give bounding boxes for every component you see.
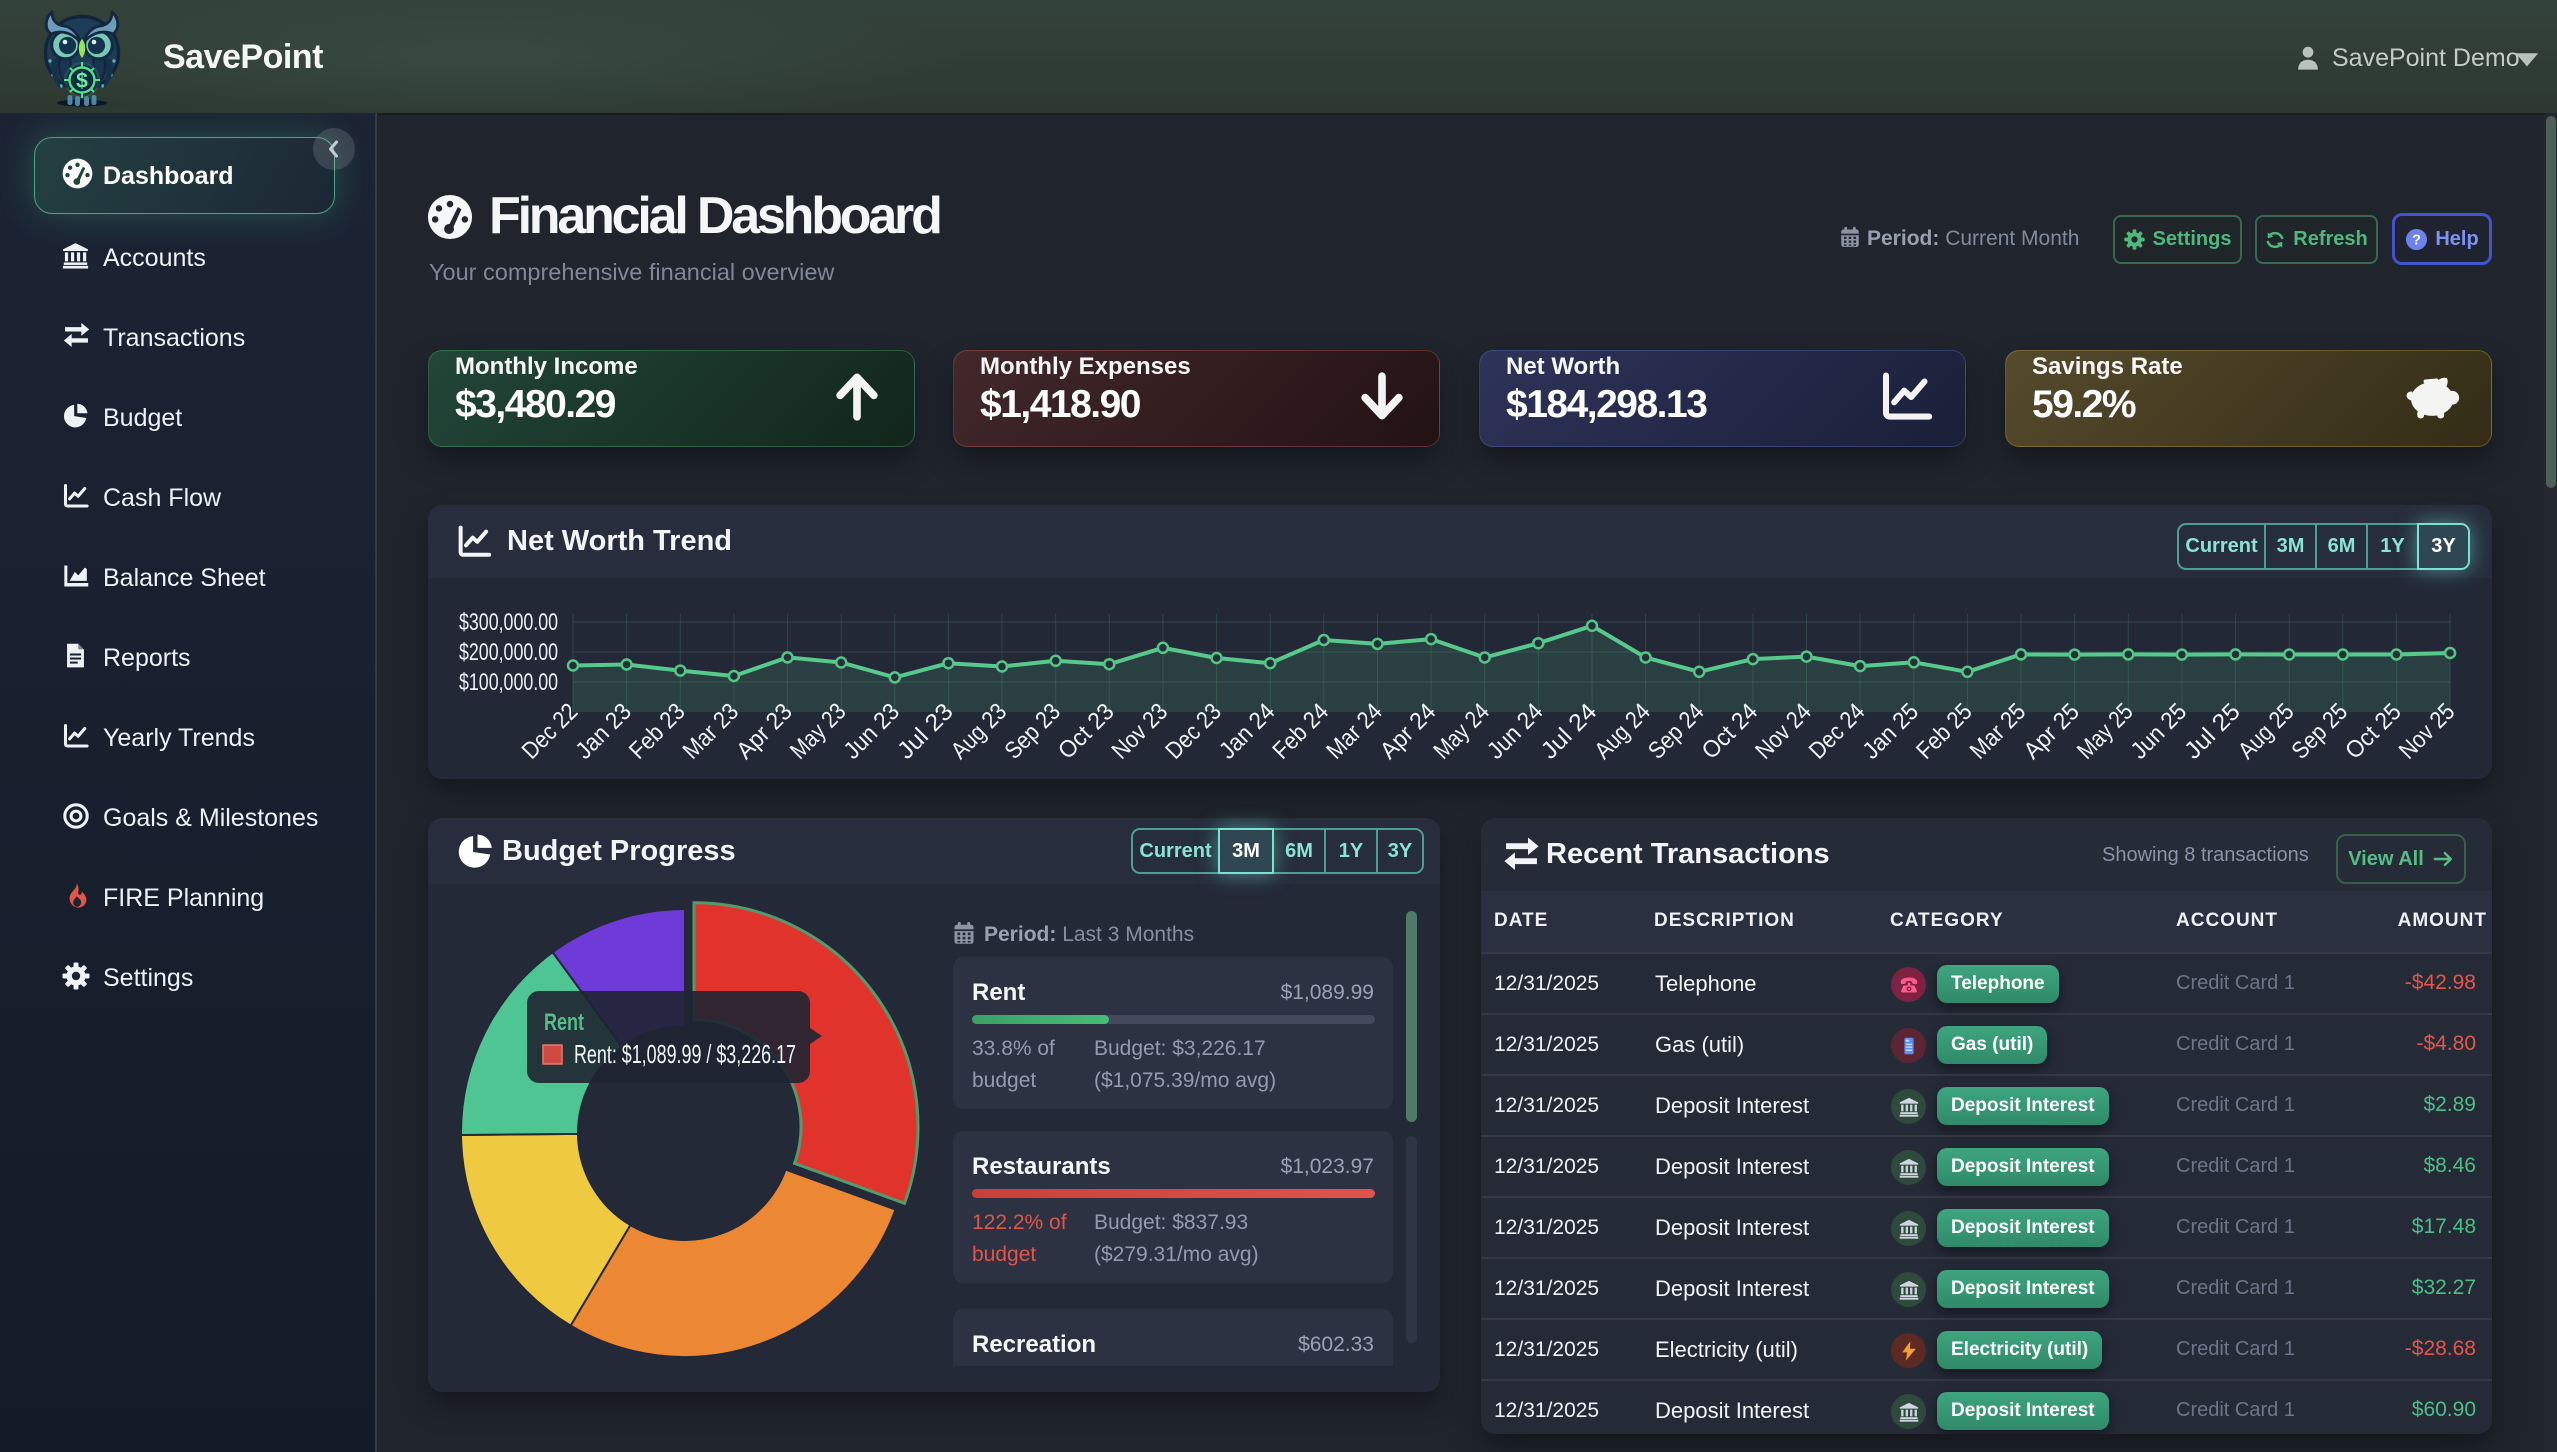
svg-text:$300,000.00: $300,000.00 (459, 609, 558, 636)
svg-text:?: ? (2412, 232, 2421, 248)
svg-text:$100,000.00: $100,000.00 (459, 669, 558, 696)
svg-text:Rent: Rent (544, 1009, 584, 1036)
svg-text:$: $ (76, 70, 88, 93)
svg-text:Rent: $1,089.99 / $3,226.17: Rent: $1,089.99 / $3,226.17 (574, 1039, 796, 1069)
svg-text:Dec 22: Dec 22 (517, 698, 583, 764)
svg-text:$200,000.00: $200,000.00 (459, 639, 558, 666)
